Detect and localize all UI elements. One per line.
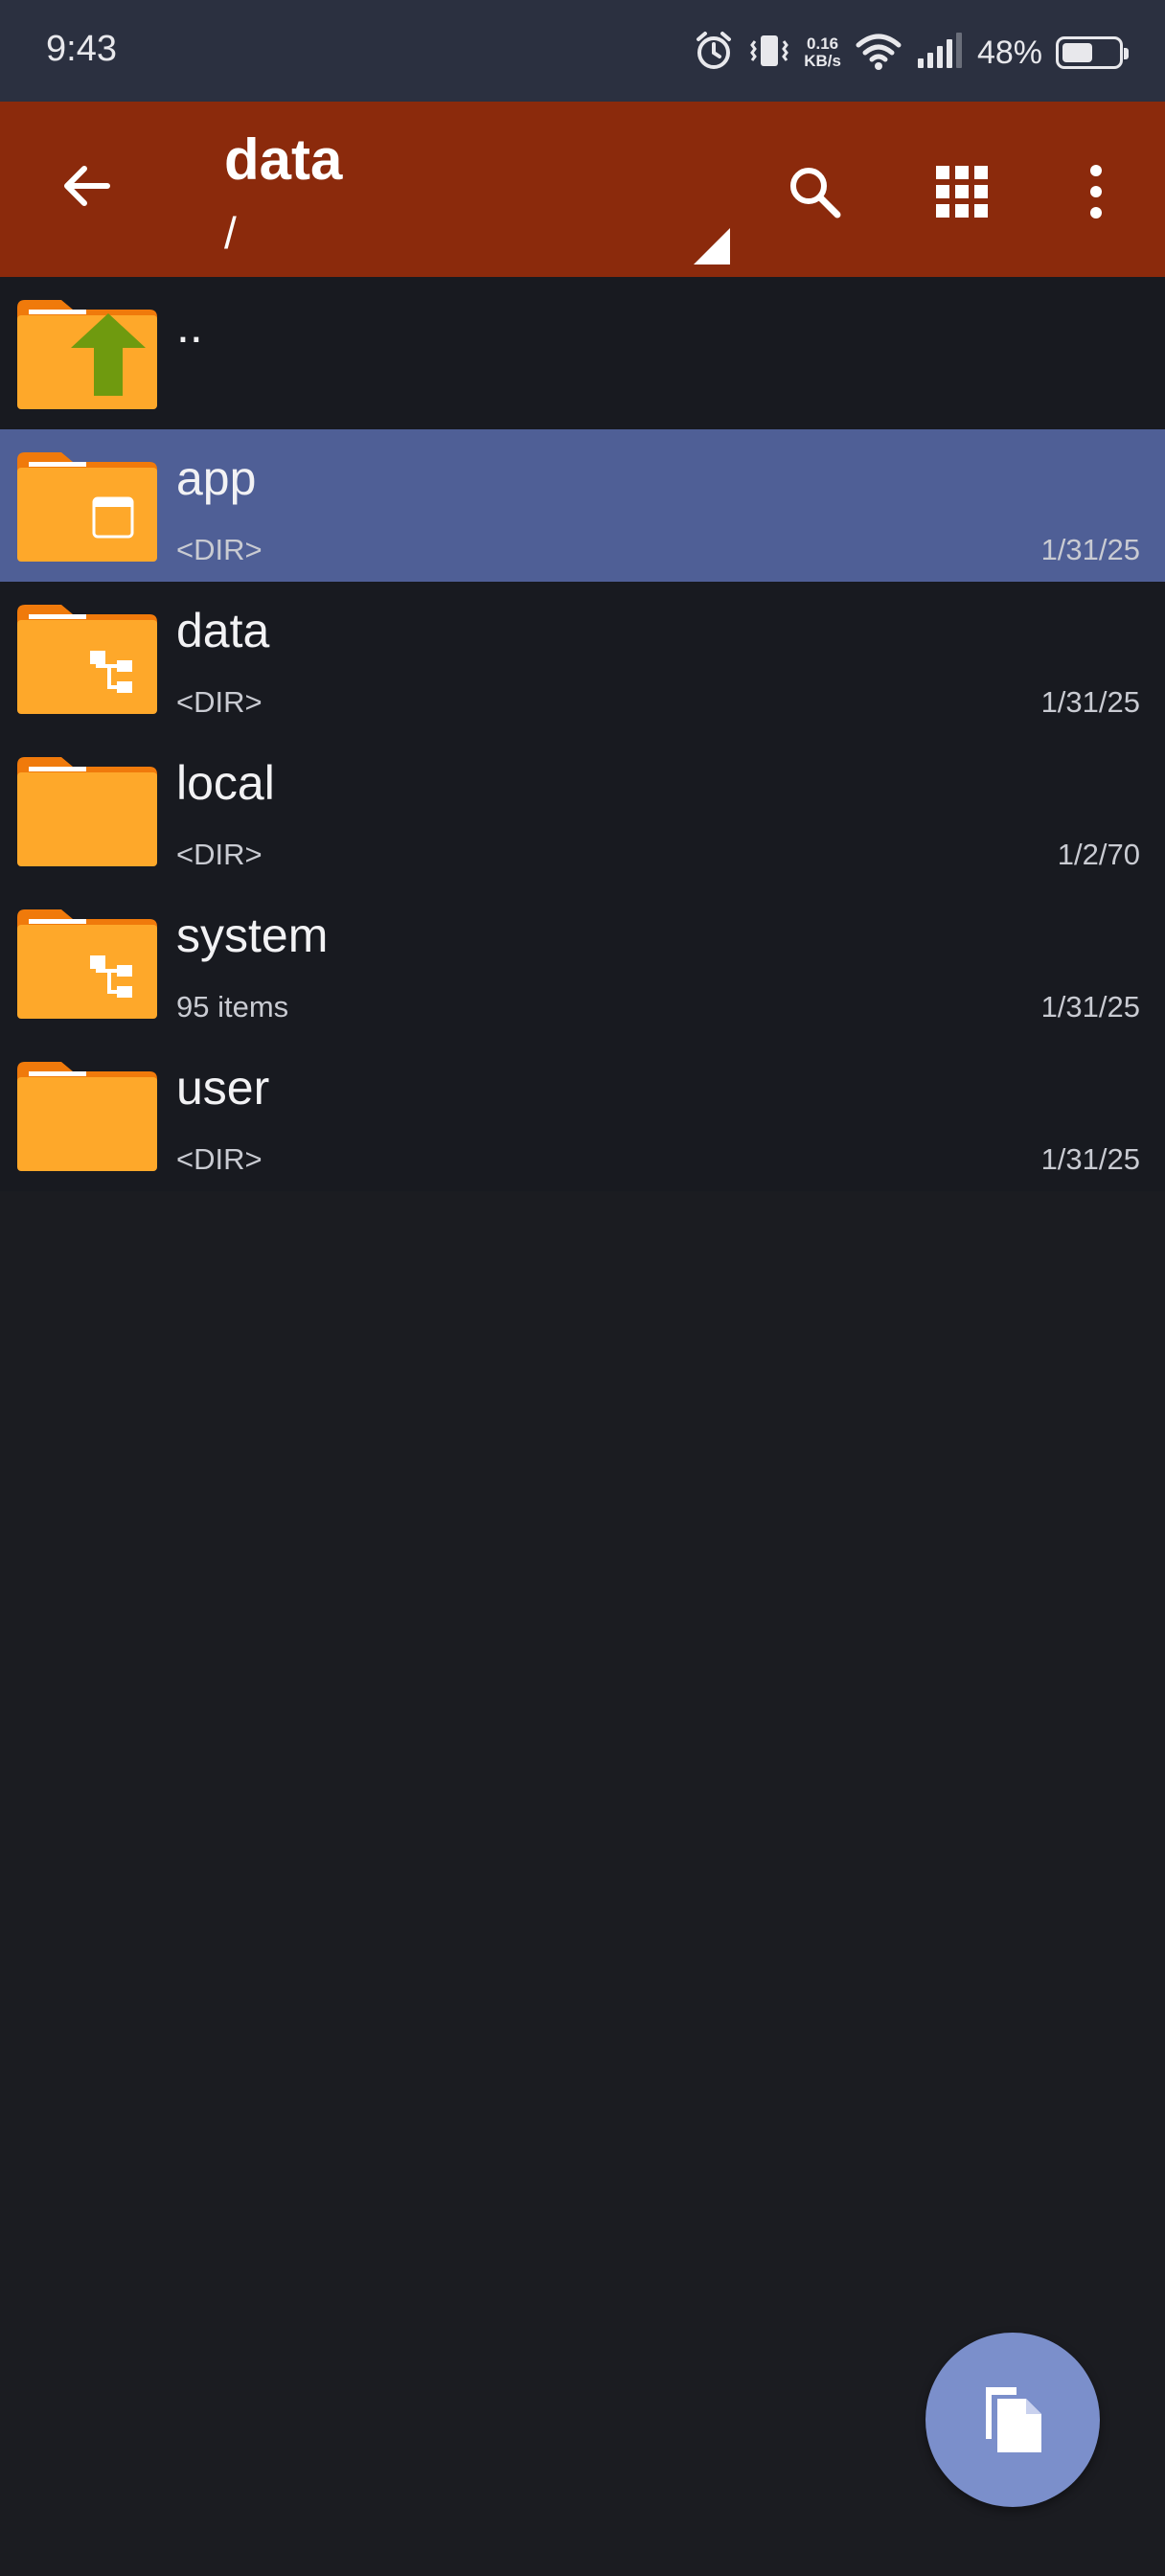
file-date: 1/31/25 [1040,533,1140,566]
file-date: 1/2/70 [1057,838,1140,871]
grid-view-icon [934,164,990,224]
list-item-parent[interactable]: .. [0,277,1165,429]
battery-percent: 48% [976,34,1042,71]
folder-up-icon [17,296,157,409]
current-path[interactable]: / [224,207,237,259]
network-speed-value: 0.16 [807,34,839,53]
file-list: .. app <DIR> 1/31/25 data <DIR> 1/31/25 … [0,277,1165,1191]
network-speed: 0.16 KB/s [804,35,841,70]
folder-tree-icon [17,601,157,714]
grid-view-button[interactable] [922,153,1002,234]
network-speed-unit: KB/s [804,52,841,70]
file-meta: 95 items [176,990,289,1024]
battery-icon [1056,36,1129,69]
file-name: .. [176,299,203,353]
app-bar: data / [0,102,1165,277]
copy-file-icon [978,2380,1047,2461]
back-arrow-icon [57,157,115,219]
list-item-local[interactable]: local <DIR> 1/2/70 [0,734,1165,886]
signal-icon [916,30,964,77]
page-title: data [224,127,343,192]
folder-icon [17,1058,157,1171]
file-date: 1/31/25 [1040,1142,1140,1176]
folder-tree-icon [17,906,157,1019]
back-button[interactable] [48,150,125,226]
more-options-button[interactable] [1058,153,1134,234]
file-meta: <DIR> [176,685,263,719]
alarm-icon [693,30,735,77]
file-name: local [176,756,275,810]
battery-fill [1062,43,1092,62]
vibrate-icon [748,30,790,77]
file-meta: <DIR> [176,838,263,871]
file-name: user [176,1061,270,1115]
folder-icon [17,753,157,866]
list-item-data[interactable]: data <DIR> 1/31/25 [0,582,1165,734]
copy-fab-button[interactable] [925,2333,1100,2507]
file-date: 1/31/25 [1040,990,1140,1024]
status-bar: 9:43 0.16 KB/s 48% [0,0,1165,102]
file-name: data [176,604,270,657]
file-meta: <DIR> [176,533,263,566]
status-icons: 0.16 KB/s 48% [693,29,1129,77]
search-button[interactable] [774,153,855,234]
file-name: app [176,451,257,505]
wifi-icon [855,30,902,77]
list-item-user[interactable]: user <DIR> 1/31/25 [0,1039,1165,1191]
search-icon [784,161,845,227]
file-name: system [176,908,329,962]
list-item-system[interactable]: system 95 items 1/31/25 [0,886,1165,1039]
file-meta: <DIR> [176,1142,263,1176]
more-vert-icon [1086,163,1106,225]
status-time: 9:43 [46,29,117,69]
file-date: 1/31/25 [1040,685,1140,719]
path-dropdown-icon[interactable] [694,228,730,264]
list-item-app[interactable]: app <DIR> 1/31/25 [0,429,1165,582]
folder-app-icon [17,448,157,562]
